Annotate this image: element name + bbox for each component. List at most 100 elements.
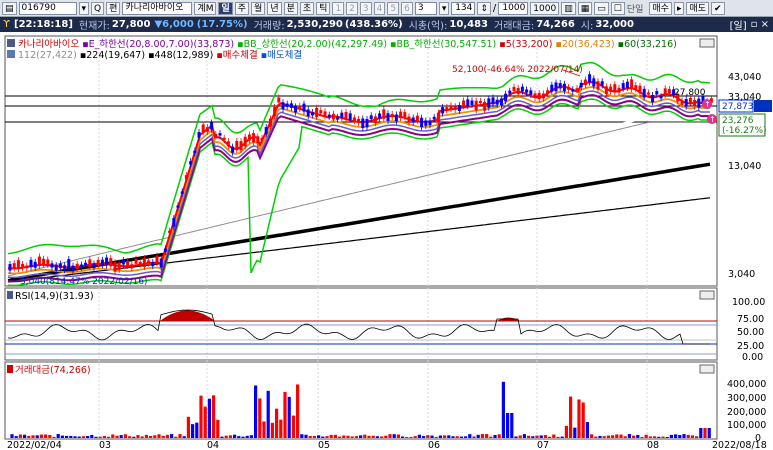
amount-bar bbox=[287, 396, 291, 438]
candle-body bbox=[378, 113, 382, 119]
menu-icon[interactable]: ▤ bbox=[2, 1, 17, 15]
candle-body bbox=[663, 88, 667, 95]
svg-text:카나리아바이오 ▪E_하한선(20,8.00,7.00)(3: 카나리아바이오 ▪E_하한선(20,8.00,7.00)(33,873) ▪BB… bbox=[18, 38, 677, 50]
amount-bar bbox=[380, 436, 384, 438]
amount-bar bbox=[123, 434, 127, 438]
amount-bar bbox=[39, 434, 43, 438]
sell-button[interactable]: 매도 bbox=[686, 1, 710, 15]
save-icon[interactable]: ▦ bbox=[577, 1, 593, 15]
candle-body bbox=[441, 107, 445, 114]
candle-body bbox=[617, 87, 621, 93]
candle-body bbox=[579, 82, 583, 88]
amount-bar bbox=[665, 436, 669, 438]
candle-body bbox=[529, 90, 533, 95]
total-count-button[interactable]: 1000 bbox=[530, 1, 560, 15]
print-icon[interactable]: ▭ bbox=[594, 1, 609, 15]
candle-body bbox=[42, 258, 46, 265]
chart-type-icon[interactable]: ▥ bbox=[561, 1, 576, 15]
amount-bar bbox=[10, 434, 14, 438]
amount-bar bbox=[388, 434, 392, 438]
buy-button[interactable]: 매수 bbox=[649, 1, 672, 15]
amount-bar bbox=[153, 435, 157, 438]
candle-body bbox=[487, 98, 491, 108]
main-panel-window-icon[interactable] bbox=[699, 38, 715, 48]
date-tick: 04 bbox=[207, 440, 219, 450]
candle-body bbox=[520, 86, 524, 92]
pin-icon[interactable]: ϒ bbox=[3, 19, 10, 30]
period-week-tab[interactable]: 주 bbox=[234, 1, 250, 15]
candle-body bbox=[621, 83, 625, 89]
config-check-icon[interactable]: ✔ bbox=[711, 1, 725, 15]
interval-4-button[interactable]: 4 bbox=[373, 1, 386, 15]
candle-body bbox=[697, 98, 701, 108]
candle-body bbox=[218, 133, 222, 136]
candle-body bbox=[592, 78, 596, 87]
amount-bar bbox=[98, 436, 102, 438]
candle-body bbox=[243, 136, 247, 147]
amount-bar bbox=[485, 434, 489, 438]
candle-body bbox=[495, 99, 499, 105]
candle-body bbox=[294, 106, 298, 113]
candle-body bbox=[302, 103, 306, 112]
candle-body bbox=[100, 259, 104, 266]
legend-toggle-icon[interactable] bbox=[7, 39, 15, 47]
amount-bar bbox=[699, 428, 703, 438]
amount-panel-window-icon[interactable] bbox=[699, 364, 715, 374]
window-buttons[interactable]: ▫ × bbox=[751, 19, 769, 30]
code-dropdown-chevron-icon[interactable]: ▾ bbox=[78, 1, 90, 15]
interval-2-button[interactable]: 2 bbox=[346, 1, 358, 15]
amount-bar bbox=[455, 436, 459, 438]
interval-custom-input[interactable]: 3 bbox=[414, 1, 437, 15]
candle-body bbox=[537, 92, 541, 100]
stock-chart[interactable]: 카나리아바이오 ▪E_하한선(20,8.00,7.00)(33,873) ▪BB… bbox=[0, 32, 773, 450]
period-second-tab[interactable]: 초 bbox=[299, 1, 315, 15]
amount-bar bbox=[661, 436, 665, 438]
candle-body bbox=[340, 112, 344, 118]
candle-body bbox=[134, 258, 138, 264]
candle-body bbox=[562, 83, 566, 92]
period-day-tab[interactable]: 일 bbox=[218, 1, 233, 15]
candle-body bbox=[214, 133, 218, 137]
period-minute-tab[interactable]: 분 bbox=[283, 1, 298, 15]
edit-button[interactable]: 편 bbox=[106, 1, 121, 15]
amount-bar bbox=[636, 435, 640, 438]
scroll-right-icon[interactable]: ▸ bbox=[673, 1, 685, 15]
rsi-tick: 25.00 bbox=[737, 341, 764, 352]
amount-bar bbox=[493, 434, 497, 438]
count-spin-icon[interactable]: ⇕ bbox=[477, 1, 491, 15]
single-checkbox[interactable]: ☐ bbox=[610, 1, 625, 15]
interval-3-button[interactable]: 3 bbox=[359, 1, 372, 15]
candle-body bbox=[113, 262, 117, 272]
candle-body bbox=[512, 86, 516, 92]
period-year-tab[interactable]: 년 bbox=[267, 1, 282, 15]
legend-settings-icon[interactable] bbox=[7, 50, 15, 58]
top-toolbar: ▤ 016790 ▾ Q 편 카나리아바이오 계M 일 주 월 년 분 초 틱 … bbox=[0, 0, 773, 17]
amount-bar bbox=[552, 434, 556, 438]
amount-bar bbox=[480, 434, 484, 438]
interval-5-button[interactable]: 5 bbox=[387, 1, 400, 15]
candle-body bbox=[25, 265, 29, 269]
interval-1-button[interactable]: 1 bbox=[332, 1, 345, 15]
rsi-panel-window-icon[interactable] bbox=[699, 290, 715, 300]
period-month-tab[interactable]: 월 bbox=[251, 1, 266, 15]
account-m-button[interactable]: 계M bbox=[194, 1, 217, 15]
candle-body bbox=[289, 103, 293, 108]
amount-bar bbox=[178, 434, 182, 438]
candle-body bbox=[58, 263, 62, 269]
search-button[interactable]: Q bbox=[91, 1, 105, 15]
candle-body bbox=[596, 81, 600, 90]
amount-bar bbox=[682, 434, 686, 438]
pct-tag-change: (-16.27%) bbox=[722, 126, 767, 136]
candle-body bbox=[357, 118, 361, 123]
candle-body bbox=[138, 261, 142, 265]
candle-body bbox=[256, 136, 260, 144]
display-count-input[interactable]: 134 bbox=[451, 1, 476, 15]
interval-6-button[interactable]: 6 bbox=[401, 1, 413, 15]
amount-bar bbox=[132, 436, 136, 438]
period-tick-tab[interactable]: 틱 bbox=[316, 1, 331, 15]
stock-code-input[interactable]: 016790 bbox=[18, 1, 77, 15]
amount-bar bbox=[401, 436, 405, 438]
amount-bar bbox=[409, 436, 413, 438]
legend-entry: ▪E_하한선(20,8.00,7.00)(33,873) bbox=[79, 38, 234, 50]
interval-dropdown-chevron-icon[interactable]: ▾ bbox=[438, 1, 450, 15]
